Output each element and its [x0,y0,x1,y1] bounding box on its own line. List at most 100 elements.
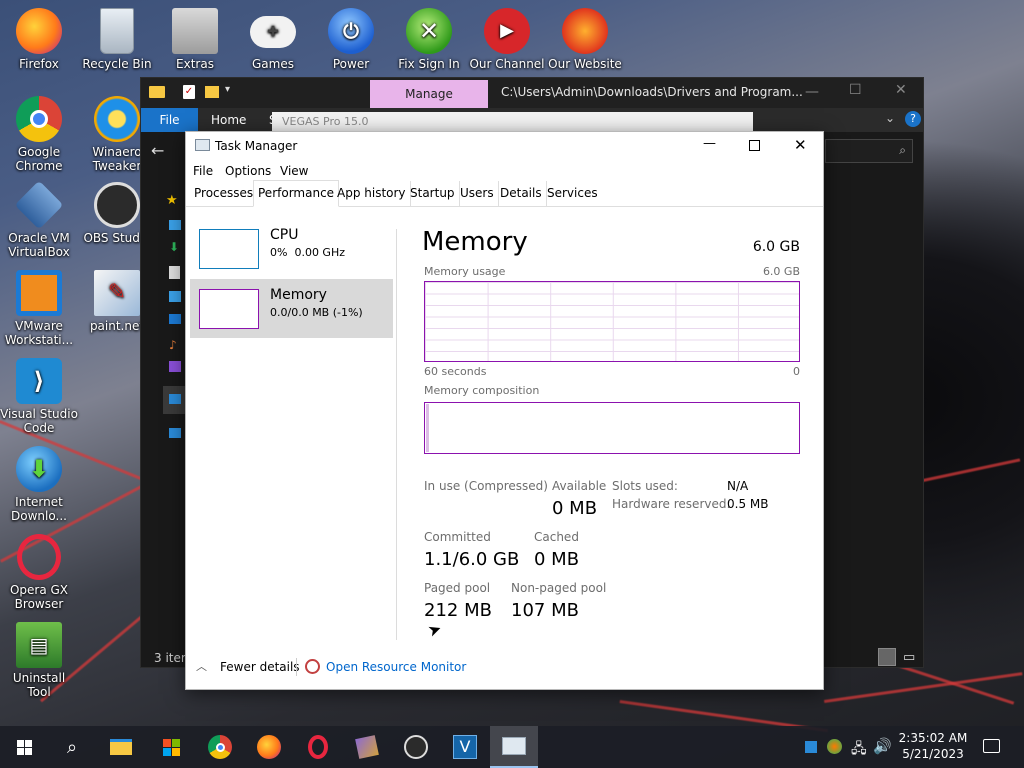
desktop-icon-our-website[interactable]: Our Website [546,8,624,71]
taskbar-task-manager[interactable] [490,726,538,768]
desktop-icon-label: Oracle VM VirtualBox [8,231,70,259]
tab-startup[interactable]: Startup [406,181,460,206]
back-arrow-icon[interactable]: ← [151,141,164,160]
notification-icon[interactable] [983,739,1000,753]
network-icon[interactable] [169,428,181,438]
available-label: Available [552,479,607,493]
tm-titlebar[interactable]: Task Manager — ✕ [186,132,823,160]
large-icons-view-icon[interactable]: ▭ [903,650,915,665]
videos-icon[interactable] [169,361,181,372]
explorer-titlebar[interactable]: ✓ ▾ Manage C:\Users\Admin\Downloads\Driv… [141,78,923,108]
sidebar-item-cpu[interactable]: CPU 0% 0.00 GHz [190,220,393,276]
desktop-icon-google-chrome[interactable]: Google Chrome [0,96,78,173]
help-icon[interactable]: ? [905,111,921,127]
new-folder-icon[interactable] [205,86,219,98]
explorer-search-box[interactable]: ⌕ [825,139,913,163]
chevron-down-icon[interactable]: ▾ [225,84,230,95]
tray-globe-icon[interactable] [827,739,842,754]
taskbar-file-explorer[interactable] [97,726,145,768]
fewer-details-label: Fewer details [220,660,300,674]
vscode-icon: ⟩ [16,358,62,404]
desktop-icon-firefox[interactable]: Firefox [0,8,78,71]
desktop-icon-opera-gx[interactable]: Opera GX Browser [0,534,78,611]
window-title: Task Manager [215,139,298,153]
maximize-icon[interactable] [749,140,760,151]
taskbar-obs[interactable] [392,726,440,768]
taskbar-vegas[interactable]: V [441,726,489,768]
tab-services[interactable]: Services [543,181,602,206]
pictures-icon[interactable] [169,291,181,302]
desktop-icon-label: Visual Studio Code [0,407,78,435]
tab-users[interactable]: Users [456,181,499,206]
mouse-cursor-icon: ➤ [425,618,445,641]
taskbar: ⌕ V 🖧 🔊 2:35:02 AM 5/21/2023 [0,726,1024,768]
desktop-icon-virtualbox[interactable]: Oracle VM VirtualBox [0,180,78,259]
recycle-bin-icon [100,8,134,54]
start-button[interactable] [0,726,48,768]
chevron-down-icon[interactable]: ⌄ [885,111,895,125]
memory-composition-bar [424,402,800,454]
search-icon: ⌕ [899,143,906,157]
details-view-icon[interactable] [878,648,896,666]
chrome-icon [16,96,62,142]
monitor-icon[interactable] [169,314,181,324]
nav-selected-row[interactable] [163,386,186,414]
documents-icon[interactable] [169,266,180,279]
taskbar-firefox[interactable] [245,726,293,768]
power-icon: ⏻ [328,8,374,54]
star-icon[interactable]: ★ [166,193,178,208]
maximize-icon[interactable]: ☐ [849,82,862,98]
tab-details[interactable]: Details [496,181,547,206]
this-pc-icon [169,394,181,404]
menu-file[interactable]: File [193,164,213,178]
menu-options[interactable]: Options [225,164,271,178]
tab-home[interactable]: Home [211,108,246,132]
committed-label: Committed [424,530,491,544]
close-icon[interactable]: ✕ [794,136,807,154]
tab-processes[interactable]: Processes [190,181,259,206]
sidebar-item-memory[interactable]: Memory 0.0/0.0 MB (-1%) [190,279,393,338]
tab-app-history[interactable]: App history [333,181,411,206]
taskbar-chrome[interactable] [196,726,244,768]
desktop-icon-our-channel[interactable]: ▶ Our Channel [468,8,546,71]
taskbar-winrar[interactable] [343,726,391,768]
desktop-icon-label: Opera GX Browser [9,583,69,611]
minimize-icon[interactable]: — [805,84,819,100]
menu-view[interactable]: View [280,164,308,178]
volume-icon[interactable]: 🔊 [873,737,892,755]
non-paged-pool-value: 107 MB [511,600,579,621]
tray-blue-square-icon[interactable] [805,741,817,753]
music-icon[interactable]: ♪ [169,338,177,352]
desktop-icon-recycle-bin[interactable]: Recycle Bin [78,8,156,71]
minimize-icon[interactable]: — [703,136,716,151]
sidebar-cpu-name: CPU [270,227,299,243]
desktop-icon-uninstall-tool[interactable]: ▤ Uninstall Tool [0,622,78,699]
tm-menubar: File Options View [186,162,823,180]
clock-time: 2:35:02 AM [898,731,968,745]
downloads-icon[interactable]: ⬇ [169,240,179,254]
tab-manage[interactable]: Manage [370,80,488,108]
sidebar-divider[interactable] [396,229,397,640]
close-icon[interactable]: ✕ [895,82,907,98]
desktop-folder-icon[interactable] [169,220,181,230]
desktop-icon-idm[interactable]: ⬇ Internet Downlo... [0,446,78,523]
taskbar-opera[interactable] [294,726,342,768]
network-icon[interactable]: 🖧 [851,738,867,762]
tab-performance[interactable]: Performance [253,180,340,207]
desktop-icon-vscode[interactable]: ⟩ Visual Studio Code [0,358,78,435]
properties-icon[interactable]: ✓ [183,85,195,99]
desktop-icon-fix-sign-in[interactable]: ✕ Fix Sign In [390,8,468,71]
desktop-icon-power[interactable]: ⏻ Power [312,8,390,71]
desktop-icon-extras[interactable]: Extras [156,8,234,71]
clock[interactable]: 2:35:02 AM 5/21/2023 [898,730,968,762]
desktop-icon-games[interactable]: ✚ Games [234,8,312,71]
desktop-icon-vmware[interactable]: VMware Workstati... [0,270,78,347]
address-bar[interactable]: VEGAS Pro 15.0 [272,112,753,132]
hardware-reserved-label: Hardware reserved: [612,497,731,511]
task-manager-window[interactable]: Task Manager — ✕ File Options View Proce… [185,131,824,690]
search-button[interactable]: ⌕ [48,726,96,768]
tab-file[interactable]: File [141,108,198,132]
footer-divider [296,658,297,676]
taskbar-store[interactable] [147,726,195,768]
chrome-icon [208,735,232,759]
